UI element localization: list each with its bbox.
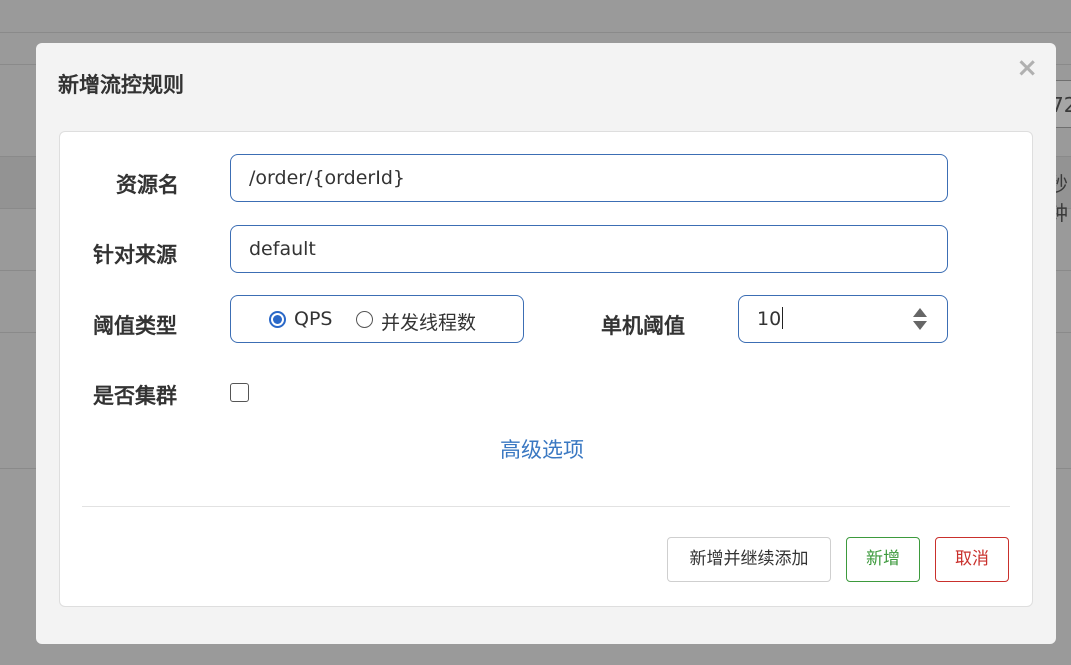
threshold-type-radio-group: QPS 并发线程数 bbox=[230, 295, 524, 343]
single-threshold-value: 10 bbox=[757, 308, 782, 330]
thread-count-radio-label[interactable]: 并发线程数 bbox=[381, 308, 476, 335]
stepper-up-icon[interactable] bbox=[913, 308, 927, 317]
dialog-title: 新增流控规则 bbox=[58, 73, 184, 97]
close-icon[interactable]: × bbox=[1016, 53, 1038, 83]
text-cursor bbox=[782, 307, 784, 329]
footer-divider bbox=[82, 506, 1010, 507]
origin-label: 针对来源 bbox=[93, 243, 177, 267]
advanced-options-link[interactable]: 高级选项 bbox=[500, 434, 584, 464]
cluster-label: 是否集群 bbox=[93, 384, 177, 408]
bg-divider bbox=[0, 32, 1071, 33]
number-stepper[interactable] bbox=[913, 306, 927, 332]
single-threshold-label: 单机阈值 bbox=[601, 314, 685, 338]
single-threshold-input[interactable]: 10 bbox=[738, 295, 948, 343]
stepper-down-icon[interactable] bbox=[913, 321, 927, 330]
threshold-type-label: 阈值类型 bbox=[93, 314, 177, 338]
qps-radio-label[interactable]: QPS bbox=[294, 308, 332, 330]
form-panel: 资源名 /order/{orderId} 针对来源 default 阈值类型 Q… bbox=[59, 131, 1033, 607]
resource-name-label: 资源名 bbox=[116, 173, 179, 197]
qps-radio[interactable] bbox=[269, 311, 286, 328]
thread-count-radio[interactable] bbox=[356, 311, 373, 328]
cancel-button[interactable]: 取消 bbox=[935, 537, 1009, 582]
add-button[interactable]: 新增 bbox=[846, 537, 920, 582]
resource-name-input[interactable]: /order/{orderId} bbox=[230, 154, 948, 202]
add-and-continue-button[interactable]: 新增并继续添加 bbox=[667, 537, 831, 582]
add-flow-rule-dialog: 新增流控规则 × 资源名 /order/{orderId} 针对来源 defau… bbox=[36, 43, 1056, 644]
origin-input[interactable]: default bbox=[230, 225, 948, 273]
cluster-checkbox[interactable] bbox=[230, 383, 249, 402]
